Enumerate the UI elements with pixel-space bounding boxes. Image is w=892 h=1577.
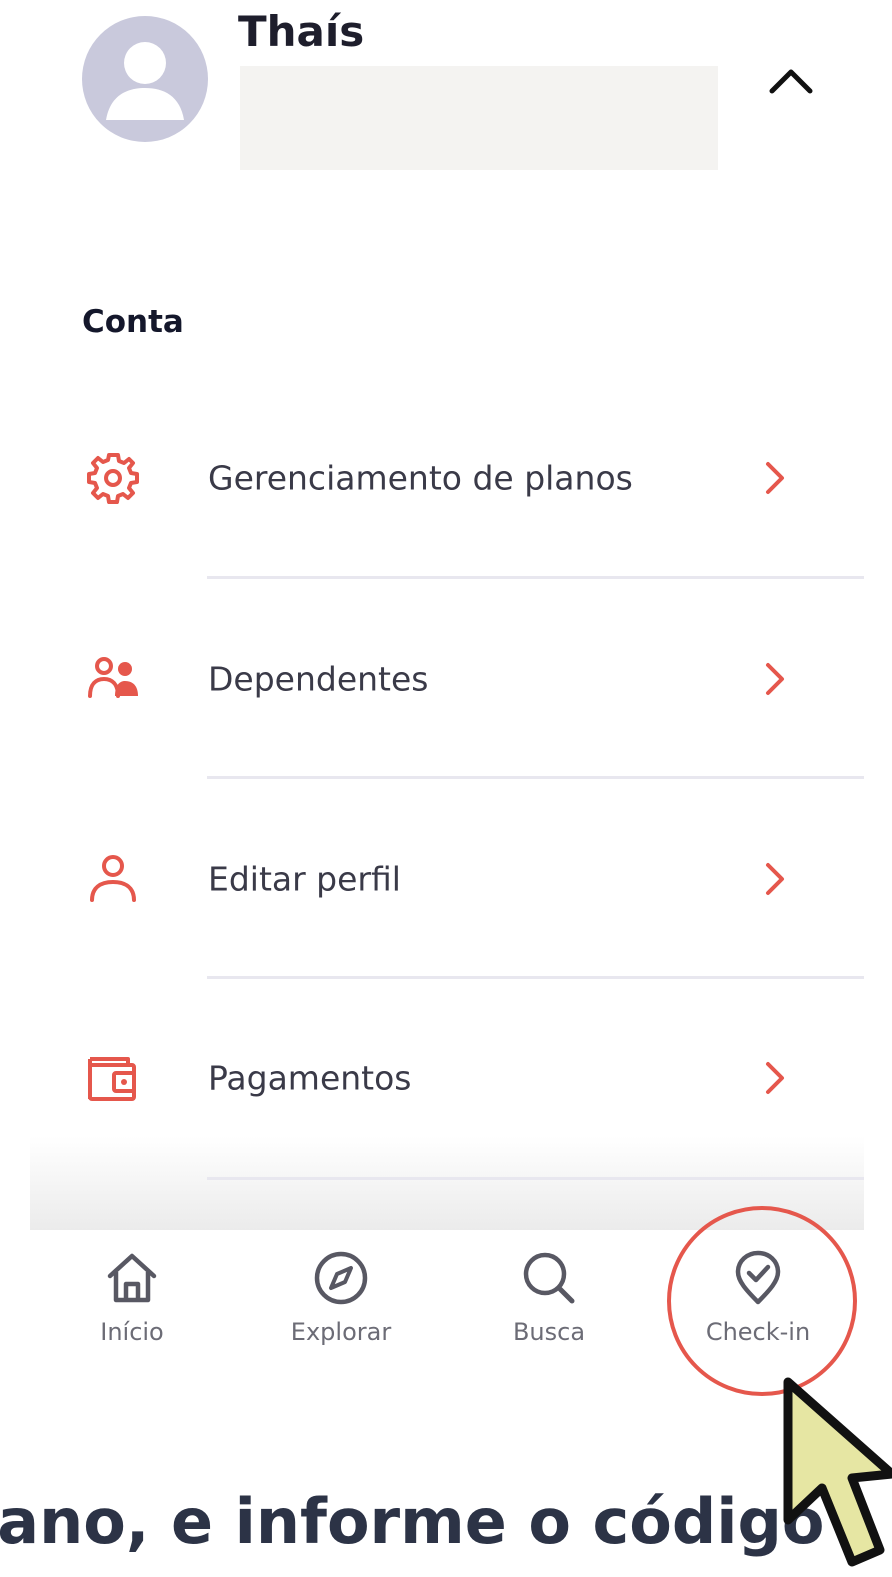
tab-search[interactable]: Busca	[469, 1248, 629, 1368]
collapse-button[interactable]	[762, 52, 820, 110]
search-icon	[523, 1252, 575, 1304]
chevron-right-icon	[766, 462, 784, 494]
tab-label: Início	[100, 1318, 164, 1346]
menu-item-edit-profile[interactable]: Editar perfil	[0, 779, 892, 979]
tutorial-caption: lano, e informe o código	[0, 1485, 825, 1558]
wallet-icon	[84, 1049, 142, 1107]
redacted-user-details	[240, 66, 718, 170]
gear-icon	[84, 449, 142, 507]
user-name: Thaís	[238, 7, 365, 56]
tab-explore[interactable]: Explorar	[261, 1248, 421, 1368]
tab-label: Explorar	[290, 1318, 392, 1346]
chevron-up-icon	[769, 69, 813, 94]
user-icon	[84, 850, 142, 908]
highlight-circle	[667, 1206, 857, 1396]
tab-label: Busca	[512, 1318, 586, 1346]
menu-item-label: Pagamentos	[208, 1058, 412, 1098]
menu-item-dependents[interactable]: Dependentes	[0, 579, 892, 779]
tab-home[interactable]: Início	[52, 1248, 212, 1368]
menu-item-label: Dependentes	[208, 659, 429, 699]
chevron-right-icon	[766, 863, 784, 895]
menu-item-label: Gerenciamento de planos	[208, 458, 633, 498]
divider	[207, 1177, 864, 1180]
users-icon	[84, 650, 142, 708]
home-icon	[107, 1253, 157, 1303]
menu-item-plan-management[interactable]: Gerenciamento de planos	[0, 378, 892, 578]
chevron-right-icon	[766, 1062, 784, 1094]
compass-icon	[314, 1251, 368, 1305]
menu-item-label: Editar perfil	[208, 859, 401, 899]
section-title: Conta	[82, 304, 184, 340]
chevron-right-icon	[766, 663, 784, 695]
avatar[interactable]	[82, 16, 208, 142]
mouse-pointer-icon	[783, 1377, 892, 1567]
avatar-person-icon	[106, 42, 184, 120]
